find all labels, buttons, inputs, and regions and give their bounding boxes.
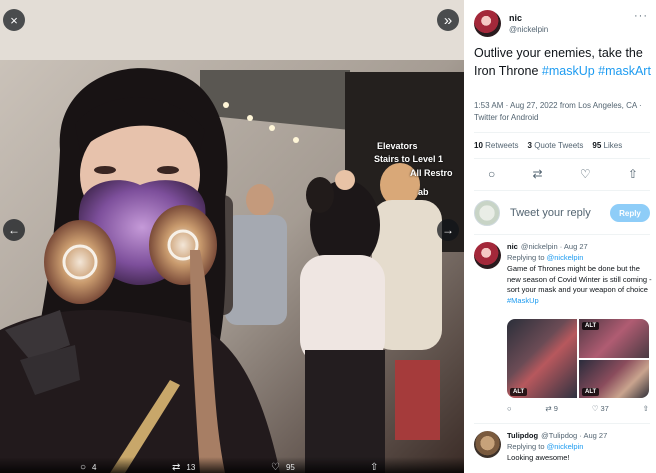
sign-stairs: Stairs to Level 1: [374, 154, 444, 164]
more-options-icon[interactable]: ···: [634, 10, 648, 22]
media-action-bar: ○ 4 ⇄ 13 ♡ 95 ⇧: [0, 457, 464, 473]
reply-display-name[interactable]: nic: [507, 242, 518, 251]
double-chevron-right-icon: »: [443, 11, 453, 29]
divider: [474, 190, 650, 191]
toggle-panel-button[interactable]: »: [437, 9, 459, 31]
alt-badge[interactable]: ALT: [510, 388, 528, 396]
reply-icon[interactable]: ○: [488, 167, 495, 181]
divider: [474, 234, 650, 235]
share-icon: ⇧: [370, 462, 379, 473]
reply-body: Tulipdog @Tulipdog · Aug 27 Replying to …: [507, 431, 652, 464]
like-icon[interactable]: ♡: [580, 167, 591, 181]
replying-to: Replying to @nickelpin: [507, 442, 584, 451]
author-display-name[interactable]: nic: [509, 13, 548, 23]
replying-to-handle[interactable]: @nickelpin: [547, 442, 584, 451]
reply-date[interactable]: · Aug 27: [579, 431, 607, 440]
viewer-like-count: 95: [285, 463, 295, 472]
tweet-meta: 1:53 AM · Aug 27, 2022 from Los Angeles,…: [474, 101, 642, 122]
reply-header: nic @nickelpin · Aug 27: [507, 242, 652, 251]
tweet-author: nic @nickelpin ···: [474, 10, 650, 37]
divider: [474, 132, 650, 133]
sign-elevators: Elevators: [377, 141, 418, 151]
reply-button[interactable]: Reply: [610, 204, 650, 222]
reply-header: Tulipdog @Tulipdog · Aug 27: [507, 431, 652, 440]
sign-lab: ab: [418, 187, 429, 197]
retweets-stat[interactable]: 10 Retweets: [474, 141, 519, 150]
avatar: [474, 200, 500, 226]
media-viewer: Elevators Stairs to Level 1 All Restro a…: [0, 0, 464, 473]
divider: [474, 158, 650, 159]
hashtag-link[interactable]: #maskArt: [598, 64, 651, 78]
reply-icon[interactable]: ○: [507, 404, 512, 413]
reply-media-image[interactable]: ALT: [579, 360, 649, 398]
tweet-photo: [0, 0, 464, 473]
sign-restrooms: All Restro: [410, 168, 453, 178]
reply-input[interactable]: Tweet your reply: [510, 207, 610, 219]
divider: [474, 423, 650, 424]
avatar[interactable]: [474, 431, 501, 458]
reply-media-image[interactable]: ALT: [579, 319, 649, 358]
hashtag-link[interactable]: #maskUp: [542, 64, 595, 78]
viewer-retweet-action[interactable]: ⇄ 13: [172, 462, 195, 473]
reply-body: nic @nickelpin · Aug 27 Replying to @nic…: [507, 242, 652, 413]
reply-composer: Tweet your reply Reply: [474, 200, 650, 226]
previous-image-button[interactable]: ←: [3, 219, 25, 241]
reply-date[interactable]: · Aug 27: [560, 242, 588, 251]
reply-display-name[interactable]: Tulipdog: [507, 431, 538, 440]
share-icon[interactable]: ⇧: [628, 167, 638, 181]
author-names: nic @nickelpin: [509, 13, 548, 34]
reply-handle[interactable]: @Tulipdog: [541, 431, 577, 440]
viewer-share-action[interactable]: ⇧: [370, 462, 378, 473]
tweet-actions: ○ ⇄ ♡ ⇧: [488, 167, 638, 181]
viewer-like-action[interactable]: ♡ 95: [271, 462, 295, 473]
arrow-left-icon: ←: [8, 223, 20, 237]
heart-icon: ♡: [271, 462, 280, 473]
retweet-icon: ⇄: [172, 462, 181, 473]
comment-icon: ○: [80, 462, 87, 473]
arrow-right-icon: →: [442, 223, 454, 237]
avatar[interactable]: [474, 242, 501, 269]
viewer-retweet-count: 13: [186, 463, 196, 472]
reply-actions: ○ ⇄ 9 ♡ 37 ⇧: [507, 404, 649, 413]
share-icon[interactable]: ⇧: [643, 404, 649, 413]
replying-to-handle[interactable]: @nickelpin: [547, 253, 584, 262]
tweet-detail-panel: nic @nickelpin ··· Outlive your enemies,…: [464, 0, 656, 473]
close-viewer-button[interactable]: ×: [3, 9, 25, 31]
alt-badge[interactable]: ALT: [582, 322, 600, 330]
reply-text: Game of Thrones might be done but the ne…: [507, 264, 652, 305]
reply-media-grid: ALT ALT ALT: [507, 319, 649, 398]
close-icon: ×: [10, 12, 18, 28]
hashtag-link[interactable]: #MaskUp: [507, 296, 539, 305]
replying-to: Replying to @nickelpin: [507, 253, 584, 262]
retweet-action[interactable]: ⇄ 9: [545, 404, 558, 413]
reply-media-image[interactable]: ALT: [507, 319, 577, 398]
tweet-text: Outlive your enemies, take the Iron Thro…: [474, 44, 654, 80]
quotes-stat[interactable]: 3 Quote Tweets: [528, 141, 584, 150]
tweet-stats: 10 Retweets 3 Quote Tweets 95 Likes: [474, 141, 622, 150]
likes-stat[interactable]: 95 Likes: [592, 141, 622, 150]
viewer-reply-action[interactable]: ○ 4: [80, 462, 97, 473]
author-handle[interactable]: @nickelpin: [509, 25, 548, 34]
next-image-button[interactable]: →: [437, 219, 459, 241]
viewer-reply-count: 4: [92, 463, 97, 472]
alt-badge[interactable]: ALT: [582, 388, 600, 396]
avatar[interactable]: [474, 10, 501, 37]
reply-text: Looking awesome!: [507, 453, 570, 462]
retweet-icon[interactable]: ⇄: [533, 167, 543, 181]
like-action[interactable]: ♡ 37: [592, 404, 609, 413]
reply-handle[interactable]: @nickelpin: [521, 242, 558, 251]
